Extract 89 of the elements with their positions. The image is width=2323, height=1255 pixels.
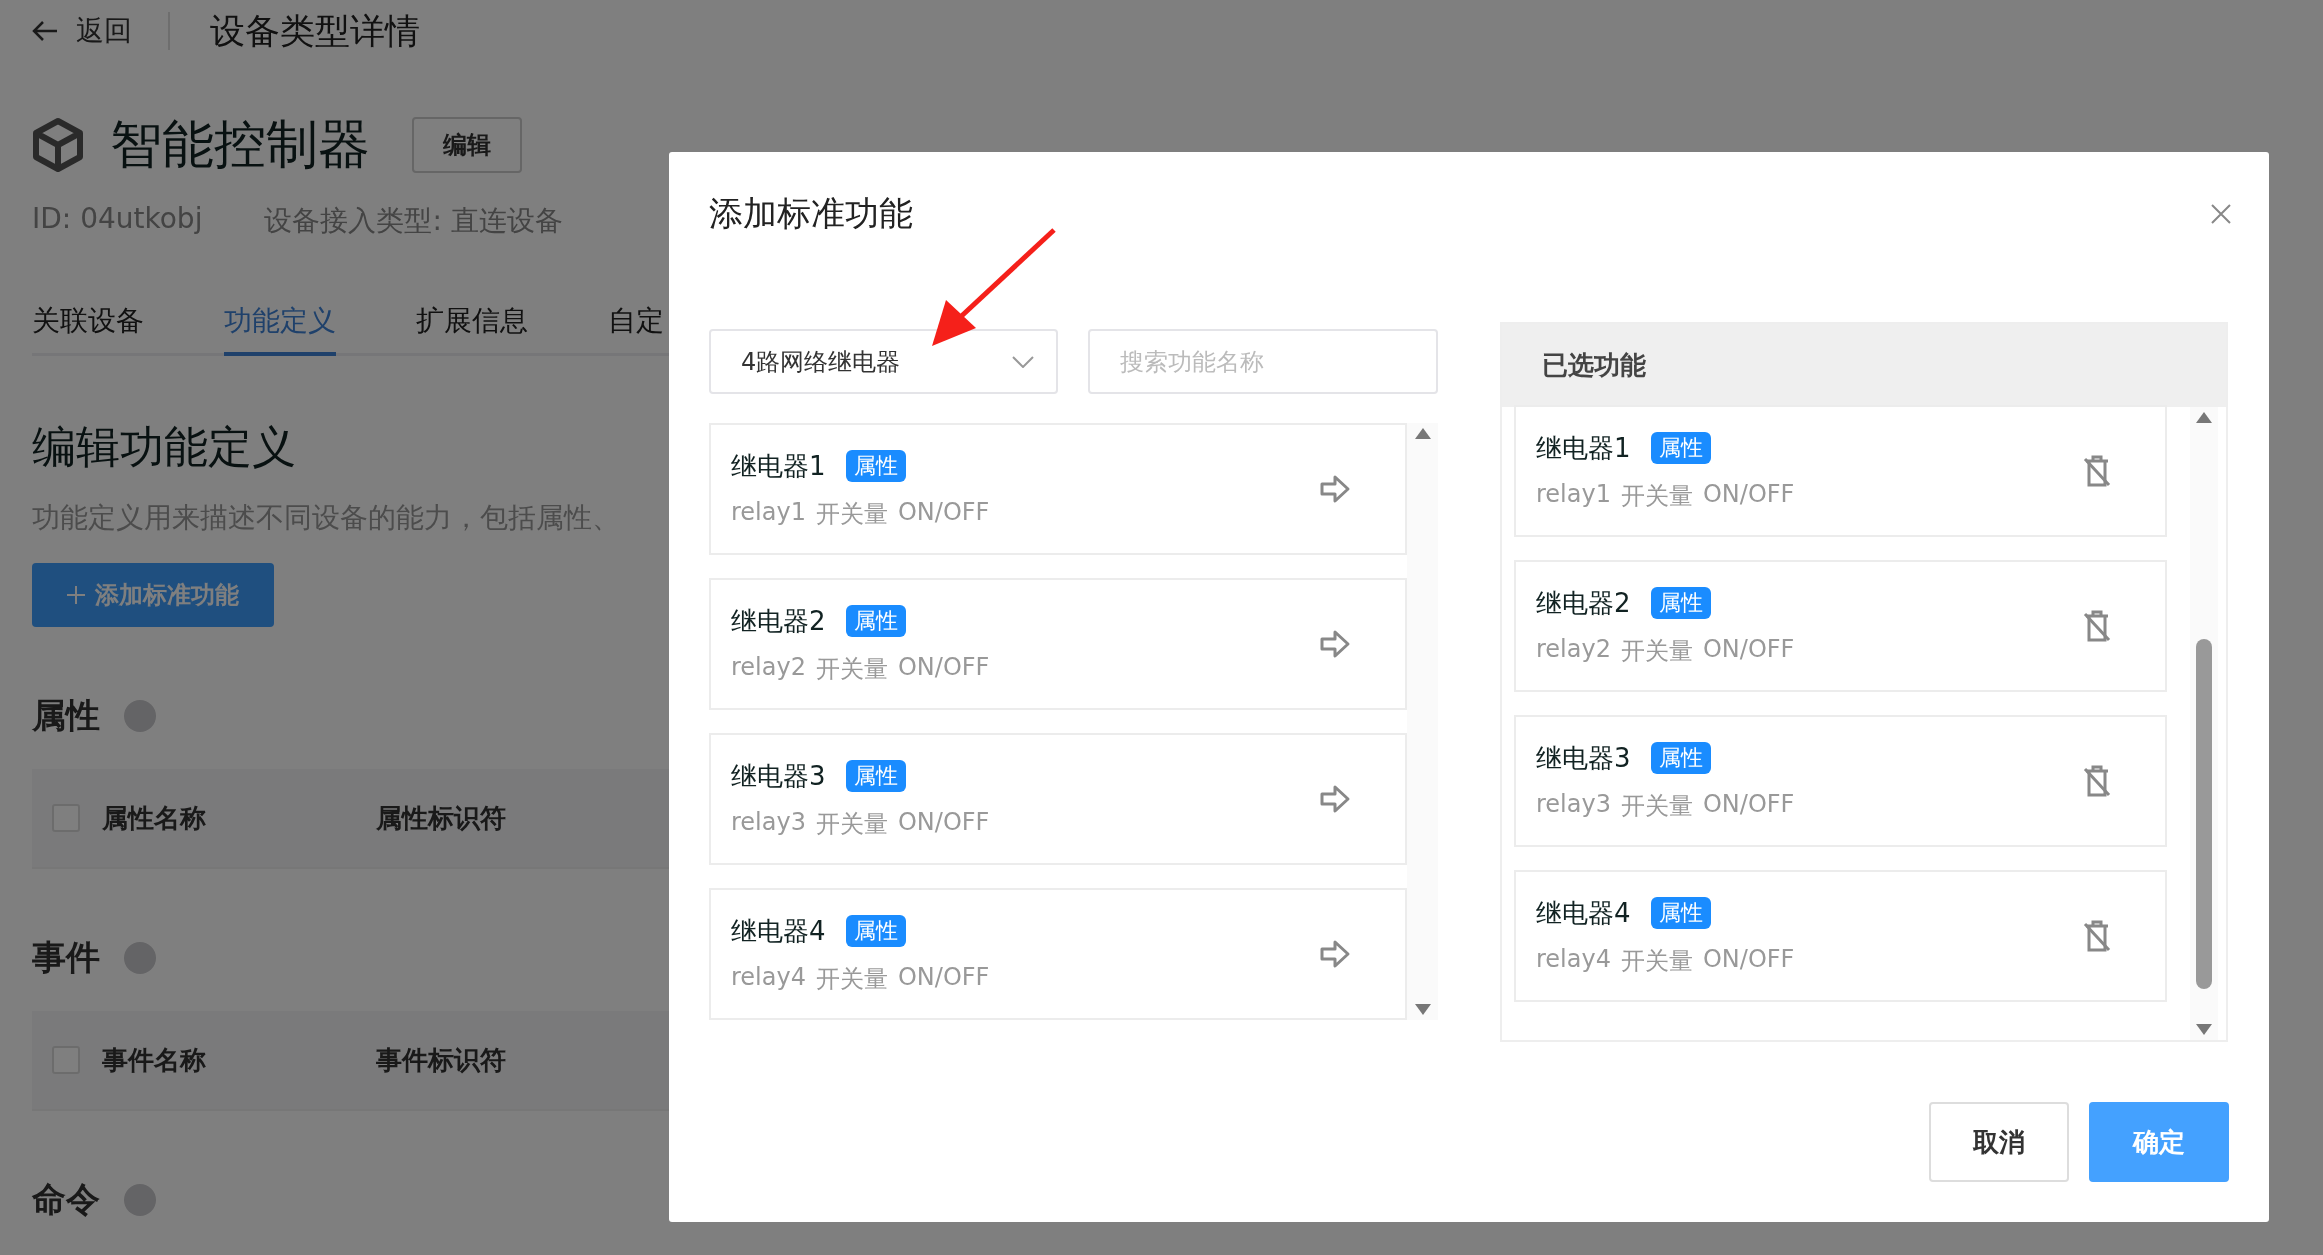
value-range: ON/OFF: [1702, 479, 1795, 510]
type-tag: 属性: [845, 760, 906, 792]
column-header: 属性名称: [102, 801, 206, 835]
arrow-left-icon: [32, 20, 58, 42]
scroll-thumb[interactable]: [2196, 638, 2212, 989]
function-name: 继电器4: [731, 914, 826, 948]
data-type: 开关量: [1620, 945, 1693, 977]
function-name: 继电器2: [1536, 586, 1631, 620]
function-card[interactable]: 继电器2 属性 relay2 开关量 ON/OFF: [709, 578, 1407, 710]
column-header: 事件名称: [102, 1043, 206, 1077]
template-select[interactable]: 4路网络继电器: [709, 329, 1058, 394]
arrow-right-icon[interactable]: [1319, 629, 1351, 659]
function-name: 继电器4: [1536, 896, 1631, 930]
data-type: 开关量: [1620, 635, 1693, 667]
cancel-button[interactable]: 取消: [1929, 1102, 2069, 1182]
device-name: 智能控制器: [110, 113, 370, 176]
tab[interactable]: 扩展信息: [416, 302, 528, 356]
column-header: 事件标识符: [376, 1043, 506, 1077]
data-type: 开关量: [1620, 480, 1693, 512]
scroll-down-icon[interactable]: [1414, 1004, 1431, 1016]
scroll-up-icon[interactable]: [1414, 427, 1431, 439]
function-card[interactable]: 继电器1 属性 relay1 开关量 ON/OFF: [1514, 405, 2167, 537]
function-identifier: relay1: [731, 497, 806, 528]
value-range: ON/OFF: [1702, 944, 1795, 975]
function-identifier: relay2: [731, 652, 806, 683]
group-title: 事件: [32, 936, 100, 979]
type-tag: 属性: [1650, 897, 1711, 929]
function-identifier: relay1: [1536, 479, 1611, 510]
scrollbar[interactable]: [2190, 407, 2218, 1040]
function-identifier: relay4: [731, 962, 806, 993]
data-type: 开关量: [815, 498, 888, 530]
type-tag: 属性: [1650, 742, 1711, 774]
data-type: 开关量: [1620, 790, 1693, 822]
column-header: 属性标识符: [376, 801, 506, 835]
function-card[interactable]: 继电器4 属性 relay4 开关量 ON/OFF: [709, 888, 1407, 1020]
function-name: 继电器2: [731, 604, 826, 638]
function-name: 继电器1: [1536, 431, 1631, 465]
page-title: 设备类型详情: [210, 9, 420, 53]
delete-icon[interactable]: [2083, 610, 2111, 642]
function-identifier: relay3: [731, 807, 806, 838]
function-name: 继电器1: [731, 449, 826, 483]
scroll-up-icon[interactable]: [2196, 411, 2212, 423]
data-type: 开关量: [815, 808, 888, 840]
cube-icon: [32, 118, 84, 172]
arrow-right-icon[interactable]: [1319, 784, 1351, 814]
function-card[interactable]: 继电器3 属性 relay3 开关量 ON/OFF: [709, 733, 1407, 865]
type-tag: 属性: [845, 450, 906, 482]
type-tag: 属性: [1650, 432, 1711, 464]
edit-button[interactable]: 编辑: [412, 117, 522, 173]
scrollbar[interactable]: [1407, 423, 1438, 1020]
scroll-down-icon[interactable]: [2196, 1024, 2212, 1036]
function-card[interactable]: 继电器4 属性 relay4 开关量 ON/OFF: [1514, 870, 2167, 1002]
arrow-right-icon[interactable]: [1319, 939, 1351, 969]
function-identifier: relay4: [1536, 944, 1611, 975]
type-tag: 属性: [1650, 587, 1711, 619]
panel-title: 已选功能: [1542, 349, 1646, 382]
function-identifier: relay2: [1536, 634, 1611, 665]
function-name: 继电器3: [1536, 741, 1631, 775]
dialog-title: 添加标准功能: [709, 192, 913, 235]
function-card[interactable]: 继电器1 属性 relay1 开关量 ON/OFF: [709, 423, 1407, 555]
section-title: 编辑功能定义: [32, 420, 296, 474]
arrow-right-icon[interactable]: [1319, 474, 1351, 504]
value-range: ON/OFF: [1702, 634, 1795, 665]
access-type: 设备接入类型: 直连设备: [264, 203, 563, 239]
delete-icon[interactable]: [2083, 920, 2111, 952]
tab[interactable]: 自定: [608, 302, 664, 356]
type-tag: 属性: [845, 915, 906, 947]
delete-icon[interactable]: [2083, 765, 2111, 797]
back-link[interactable]: 返回: [32, 12, 170, 50]
device-id: ID: 04utkobj: [32, 202, 203, 237]
tab[interactable]: 关联设备: [32, 302, 144, 356]
plus-icon: [67, 586, 85, 604]
function-identifier: relay3: [1536, 789, 1611, 820]
chevron-down-icon: [1012, 355, 1034, 368]
search-field[interactable]: 搜索功能名称: [1088, 329, 1438, 394]
data-type: 开关量: [815, 653, 888, 685]
delete-icon[interactable]: [2083, 455, 2111, 487]
value-range: ON/OFF: [897, 807, 990, 838]
value-range: ON/OFF: [897, 652, 990, 683]
function-name: 继电器3: [731, 759, 826, 793]
data-type: 开关量: [815, 963, 888, 995]
function-card[interactable]: 继电器2 属性 relay2 开关量 ON/OFF: [1514, 560, 2167, 692]
value-range: ON/OFF: [1702, 789, 1795, 820]
type-tag: 属性: [845, 605, 906, 637]
value-range: ON/OFF: [897, 962, 990, 993]
value-range: ON/OFF: [897, 497, 990, 528]
group-title: 命令: [32, 1178, 100, 1221]
group-title: 属性: [32, 694, 100, 737]
function-card[interactable]: 继电器3 属性 relay3 开关量 ON/OFF: [1514, 715, 2167, 847]
